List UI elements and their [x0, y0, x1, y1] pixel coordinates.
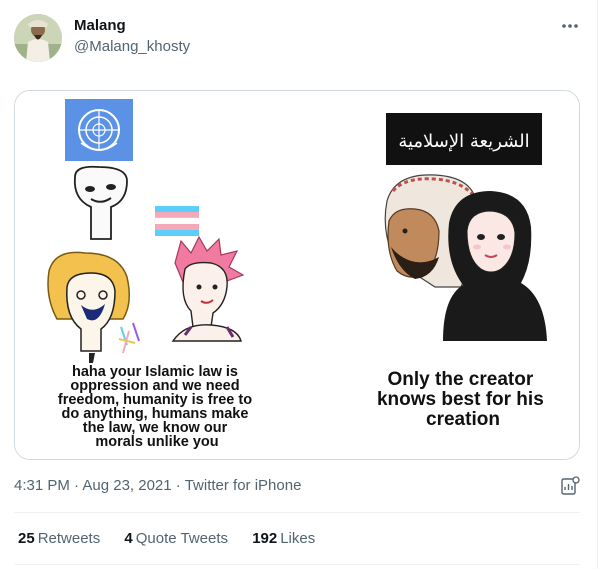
meta-separator: ·	[171, 477, 185, 494]
author-name[interactable]: Malang	[74, 17, 126, 34]
more-icon[interactable]	[558, 16, 582, 36]
right-caption-line: knows best for his	[377, 389, 544, 410]
tweet-detail: Malang @Malang_khosty الشريعة الإسلامية …	[0, 0, 598, 569]
right-caption-line: creation	[426, 409, 500, 430]
tweet-source[interactable]: Twitter for iPhone	[185, 477, 302, 494]
engagement-stats: 25 Retweets 4 Quote Tweets 192 Likes	[18, 530, 335, 547]
trans-flag-icon	[154, 206, 200, 236]
sharia-banner: الشريعة الإسلامية	[386, 113, 542, 165]
divider	[14, 512, 580, 513]
quote-tweets-count: 4	[124, 530, 133, 547]
avatar[interactable]	[14, 14, 62, 62]
tweet-meta: 4:31 PM · Aug 23, 2021 · Twitter for iPh…	[14, 477, 301, 494]
likes-count: 192	[252, 530, 278, 547]
tweet-timestamp[interactable]: 4:31 PM · Aug 23, 2021	[14, 477, 172, 494]
un-flag-icon	[65, 99, 133, 161]
author-handle[interactable]: @Malang_khosty	[74, 38, 190, 55]
retweets-count: 25	[18, 530, 35, 547]
analytics-icon[interactable]	[560, 476, 580, 496]
quote-tweets-label: Quote Tweets	[135, 530, 229, 547]
likes-link[interactable]: 192 Likes	[252, 530, 315, 547]
left-caption-line: morals unlike you	[95, 434, 218, 450]
quote-tweets-link[interactable]: 4 Quote Tweets	[124, 530, 228, 547]
tweet-image[interactable]: الشريعة الإسلامية haha your Islamic law …	[14, 90, 580, 460]
right-caption-line: Only the creator	[388, 369, 534, 390]
retweets-link[interactable]: 25 Retweets	[18, 530, 100, 547]
retweets-label: Retweets	[37, 530, 101, 547]
likes-label: Likes	[280, 530, 316, 547]
banner-text: الشريعة الإسلامية	[398, 131, 529, 152]
divider	[14, 564, 580, 565]
